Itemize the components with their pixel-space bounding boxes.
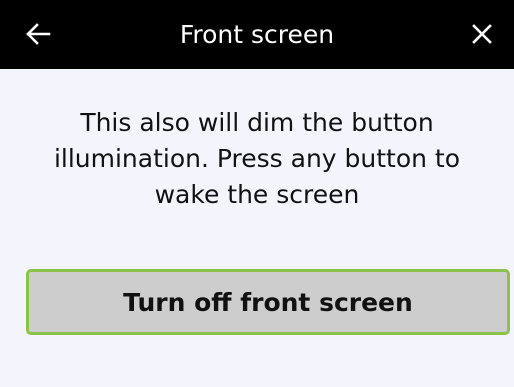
close-icon — [472, 24, 492, 44]
info-message: This also will dim the button illuminati… — [53, 108, 461, 209]
close-button[interactable] — [462, 14, 502, 54]
header-bar: Front screen — [0, 0, 514, 69]
turn-off-front-screen-button[interactable]: Turn off front screen — [26, 269, 510, 335]
page-title: Front screen — [179, 20, 335, 49]
turn-off-front-screen-label: Turn off front screen — [123, 287, 413, 317]
